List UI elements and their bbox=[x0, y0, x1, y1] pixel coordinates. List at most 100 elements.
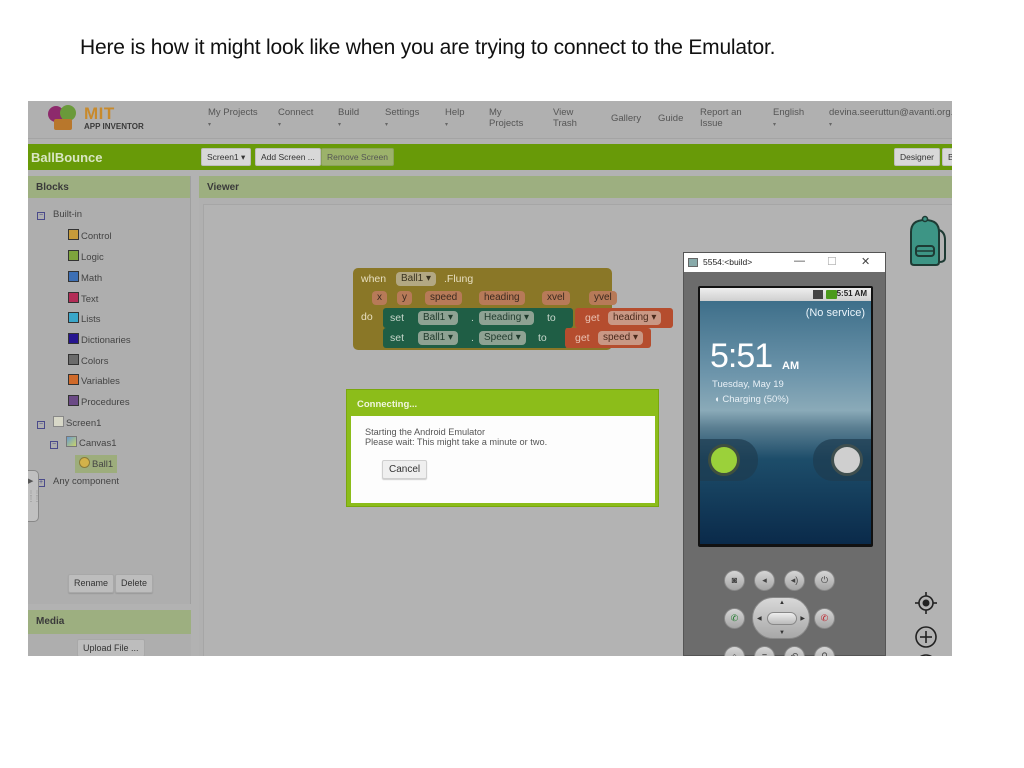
zoom-out-icon[interactable] bbox=[914, 653, 938, 656]
nav-report-issue[interactable]: Report an Issue bbox=[700, 107, 742, 129]
tree-screen1[interactable]: − Screen1 bbox=[37, 416, 101, 430]
maximize-button[interactable]: ☐ bbox=[827, 255, 837, 268]
block-category-dictionaries[interactable]: Dictionaries bbox=[68, 333, 131, 347]
nav-my-projects-link[interactable]: My Projects bbox=[489, 107, 523, 129]
delete-button[interactable]: Delete bbox=[115, 574, 154, 593]
dpad-down-icon[interactable]: ▼ bbox=[779, 630, 785, 636]
lists-swatch-icon bbox=[68, 312, 79, 323]
nav-help[interactable]: Help ▾ bbox=[445, 107, 465, 131]
tree-canvas1[interactable]: − Canvas1 bbox=[50, 436, 117, 450]
nav-guide[interactable]: Guide bbox=[658, 113, 683, 124]
param-x[interactable]: x bbox=[372, 291, 387, 305]
dialog-message-line2: Please wait: This might take a minute or… bbox=[365, 437, 548, 447]
collapse-icon[interactable]: − bbox=[37, 212, 45, 220]
do-label: do bbox=[361, 311, 373, 323]
set-speed-block[interactable]: set Ball1 ▾ . Speed ▾ to bbox=[383, 328, 568, 348]
param-xvel[interactable]: xvel bbox=[542, 291, 570, 305]
emulator-screen[interactable]: 5:51 AM (No service) 5:51 AM Tuesday, Ma… bbox=[698, 286, 873, 547]
param-speed[interactable]: speed bbox=[425, 291, 463, 305]
backpack-icon[interactable] bbox=[903, 214, 947, 268]
collapse-icon[interactable]: − bbox=[50, 441, 58, 449]
connecting-dialog: Connecting... Starting the Android Emula… bbox=[346, 389, 659, 507]
tree-builtin[interactable]: − Built-in bbox=[37, 209, 82, 221]
set-property-dropdown[interactable]: Heading ▾ bbox=[479, 311, 535, 325]
center-workspace-icon[interactable] bbox=[915, 592, 937, 614]
set-component-dropdown[interactable]: Ball1 ▾ bbox=[418, 331, 459, 345]
when-ball-flung-block[interactable]: when Ball1 ▾ .Flung x y speed heading xv… bbox=[353, 268, 673, 350]
set-heading-block[interactable]: set Ball1 ▾ . Heading ▾ to bbox=[383, 308, 573, 328]
get-variable-dropdown[interactable]: speed ▾ bbox=[598, 331, 644, 345]
mit-app-inventor-logo[interactable]: MIT APP INVENTOR bbox=[48, 103, 168, 135]
menu-button[interactable]: ≡ bbox=[754, 646, 775, 656]
dialog-title: Connecting... bbox=[357, 399, 418, 410]
zoom-in-icon[interactable] bbox=[914, 625, 938, 649]
nav-settings[interactable]: Settings ▾ bbox=[385, 107, 419, 131]
param-heading[interactable]: heading bbox=[479, 291, 525, 305]
screen-select[interactable]: Screen1 ▾ bbox=[201, 148, 252, 166]
dpad-left-icon[interactable]: ◀ bbox=[757, 615, 762, 622]
block-category-colors[interactable]: Colors bbox=[68, 354, 108, 368]
param-yvel[interactable]: yvel bbox=[589, 291, 617, 305]
grip-icon: ⋮⋮ ⋮⋮ bbox=[28, 491, 40, 503]
set-component-dropdown[interactable]: Ball1 ▾ bbox=[418, 311, 459, 325]
block-category-lists[interactable]: Lists bbox=[68, 312, 101, 326]
event-component-dropdown[interactable]: Ball1 ▾ bbox=[396, 272, 437, 286]
emulator-titlebar[interactable]: 5554:<build> — ☐ ✕ bbox=[684, 253, 885, 272]
dpad-up-icon[interactable]: ▲ bbox=[779, 600, 785, 606]
upload-file-button[interactable]: Upload File ... bbox=[77, 639, 145, 656]
param-y[interactable]: y bbox=[397, 291, 412, 305]
dpad[interactable]: ▲ ▼ ◀ ▶ bbox=[752, 597, 810, 639]
power-button[interactable]: ⏻ bbox=[814, 570, 835, 591]
collapse-icon[interactable]: − bbox=[37, 421, 45, 429]
end-call-button[interactable]: ✆ bbox=[814, 608, 835, 629]
designer-button[interactable]: Designer bbox=[894, 148, 941, 166]
block-category-math[interactable]: Math bbox=[68, 271, 102, 285]
nav-my-projects[interactable]: My Projects ▾ bbox=[208, 107, 258, 131]
app-inventor-screenshot: MIT APP INVENTOR My Projects ▾ Connect ▾ B… bbox=[28, 101, 952, 656]
tree-ball1[interactable]: Ball1 bbox=[75, 455, 118, 473]
sound-slider[interactable] bbox=[813, 439, 871, 481]
nav-account[interactable]: devina.seeruttun@avanti.org.uk ▾ bbox=[829, 107, 952, 131]
block-category-control[interactable]: Control bbox=[68, 229, 112, 243]
block-category-variables[interactable]: Variables bbox=[68, 374, 120, 388]
minimize-button[interactable]: — bbox=[794, 255, 805, 267]
block-category-logic[interactable]: Logic bbox=[68, 250, 104, 264]
remove-screen-button[interactable]: Remove Screen bbox=[321, 148, 394, 166]
close-button[interactable]: ✕ bbox=[861, 255, 870, 268]
nav-gallery[interactable]: Gallery bbox=[611, 113, 641, 124]
dpad-center-button[interactable] bbox=[767, 612, 797, 625]
get-speed-block[interactable]: get speed ▾ bbox=[565, 328, 651, 348]
dpad-right-icon[interactable]: ▶ bbox=[800, 615, 805, 622]
blocks-button[interactable]: Blocks bbox=[942, 148, 952, 166]
tree-any-component[interactable]: + Any component bbox=[37, 476, 119, 488]
control-swatch-icon bbox=[68, 229, 79, 240]
volume-up-button[interactable]: ◂) bbox=[784, 570, 805, 591]
drawer-toggle-handle[interactable]: ▶ ⋮⋮ ⋮⋮ bbox=[28, 470, 40, 522]
get-heading-block[interactable]: get heading ▾ bbox=[575, 308, 673, 328]
rename-button[interactable]: Rename bbox=[68, 574, 115, 593]
block-category-text[interactable]: Text bbox=[68, 292, 98, 306]
cancel-button[interactable]: Cancel bbox=[382, 460, 428, 479]
search-button[interactable]: ⚲ bbox=[814, 646, 835, 656]
lockscreen-ampm: AM bbox=[782, 360, 800, 372]
speaker-icon[interactable] bbox=[831, 444, 863, 476]
volume-down-button[interactable]: ◂ bbox=[754, 570, 775, 591]
variables-swatch-icon bbox=[68, 374, 79, 385]
home-button[interactable]: ⌂ bbox=[724, 646, 745, 656]
project-title: BallBounce bbox=[31, 150, 103, 165]
nav-build[interactable]: Build ▾ bbox=[338, 107, 359, 131]
nav-language[interactable]: English ▾ bbox=[773, 107, 804, 131]
call-button[interactable]: ✆ bbox=[724, 608, 745, 629]
set-property-dropdown[interactable]: Speed ▾ bbox=[479, 331, 526, 345]
nav-connect[interactable]: Connect ▾ bbox=[278, 107, 313, 131]
nav-view-trash[interactable]: View Trash bbox=[553, 107, 577, 129]
unlock-slider[interactable] bbox=[700, 439, 758, 481]
unlock-icon[interactable] bbox=[708, 444, 740, 476]
slide-caption: Here is how it might look like when you … bbox=[80, 36, 776, 59]
get-variable-dropdown[interactable]: heading ▾ bbox=[608, 311, 662, 325]
back-button[interactable]: ↶ bbox=[784, 646, 805, 656]
logic-swatch-icon bbox=[68, 250, 79, 261]
block-category-procedures[interactable]: Procedures bbox=[68, 395, 130, 409]
camera-button[interactable]: ◙ bbox=[724, 570, 745, 591]
add-screen-button[interactable]: Add Screen ... bbox=[255, 148, 321, 166]
